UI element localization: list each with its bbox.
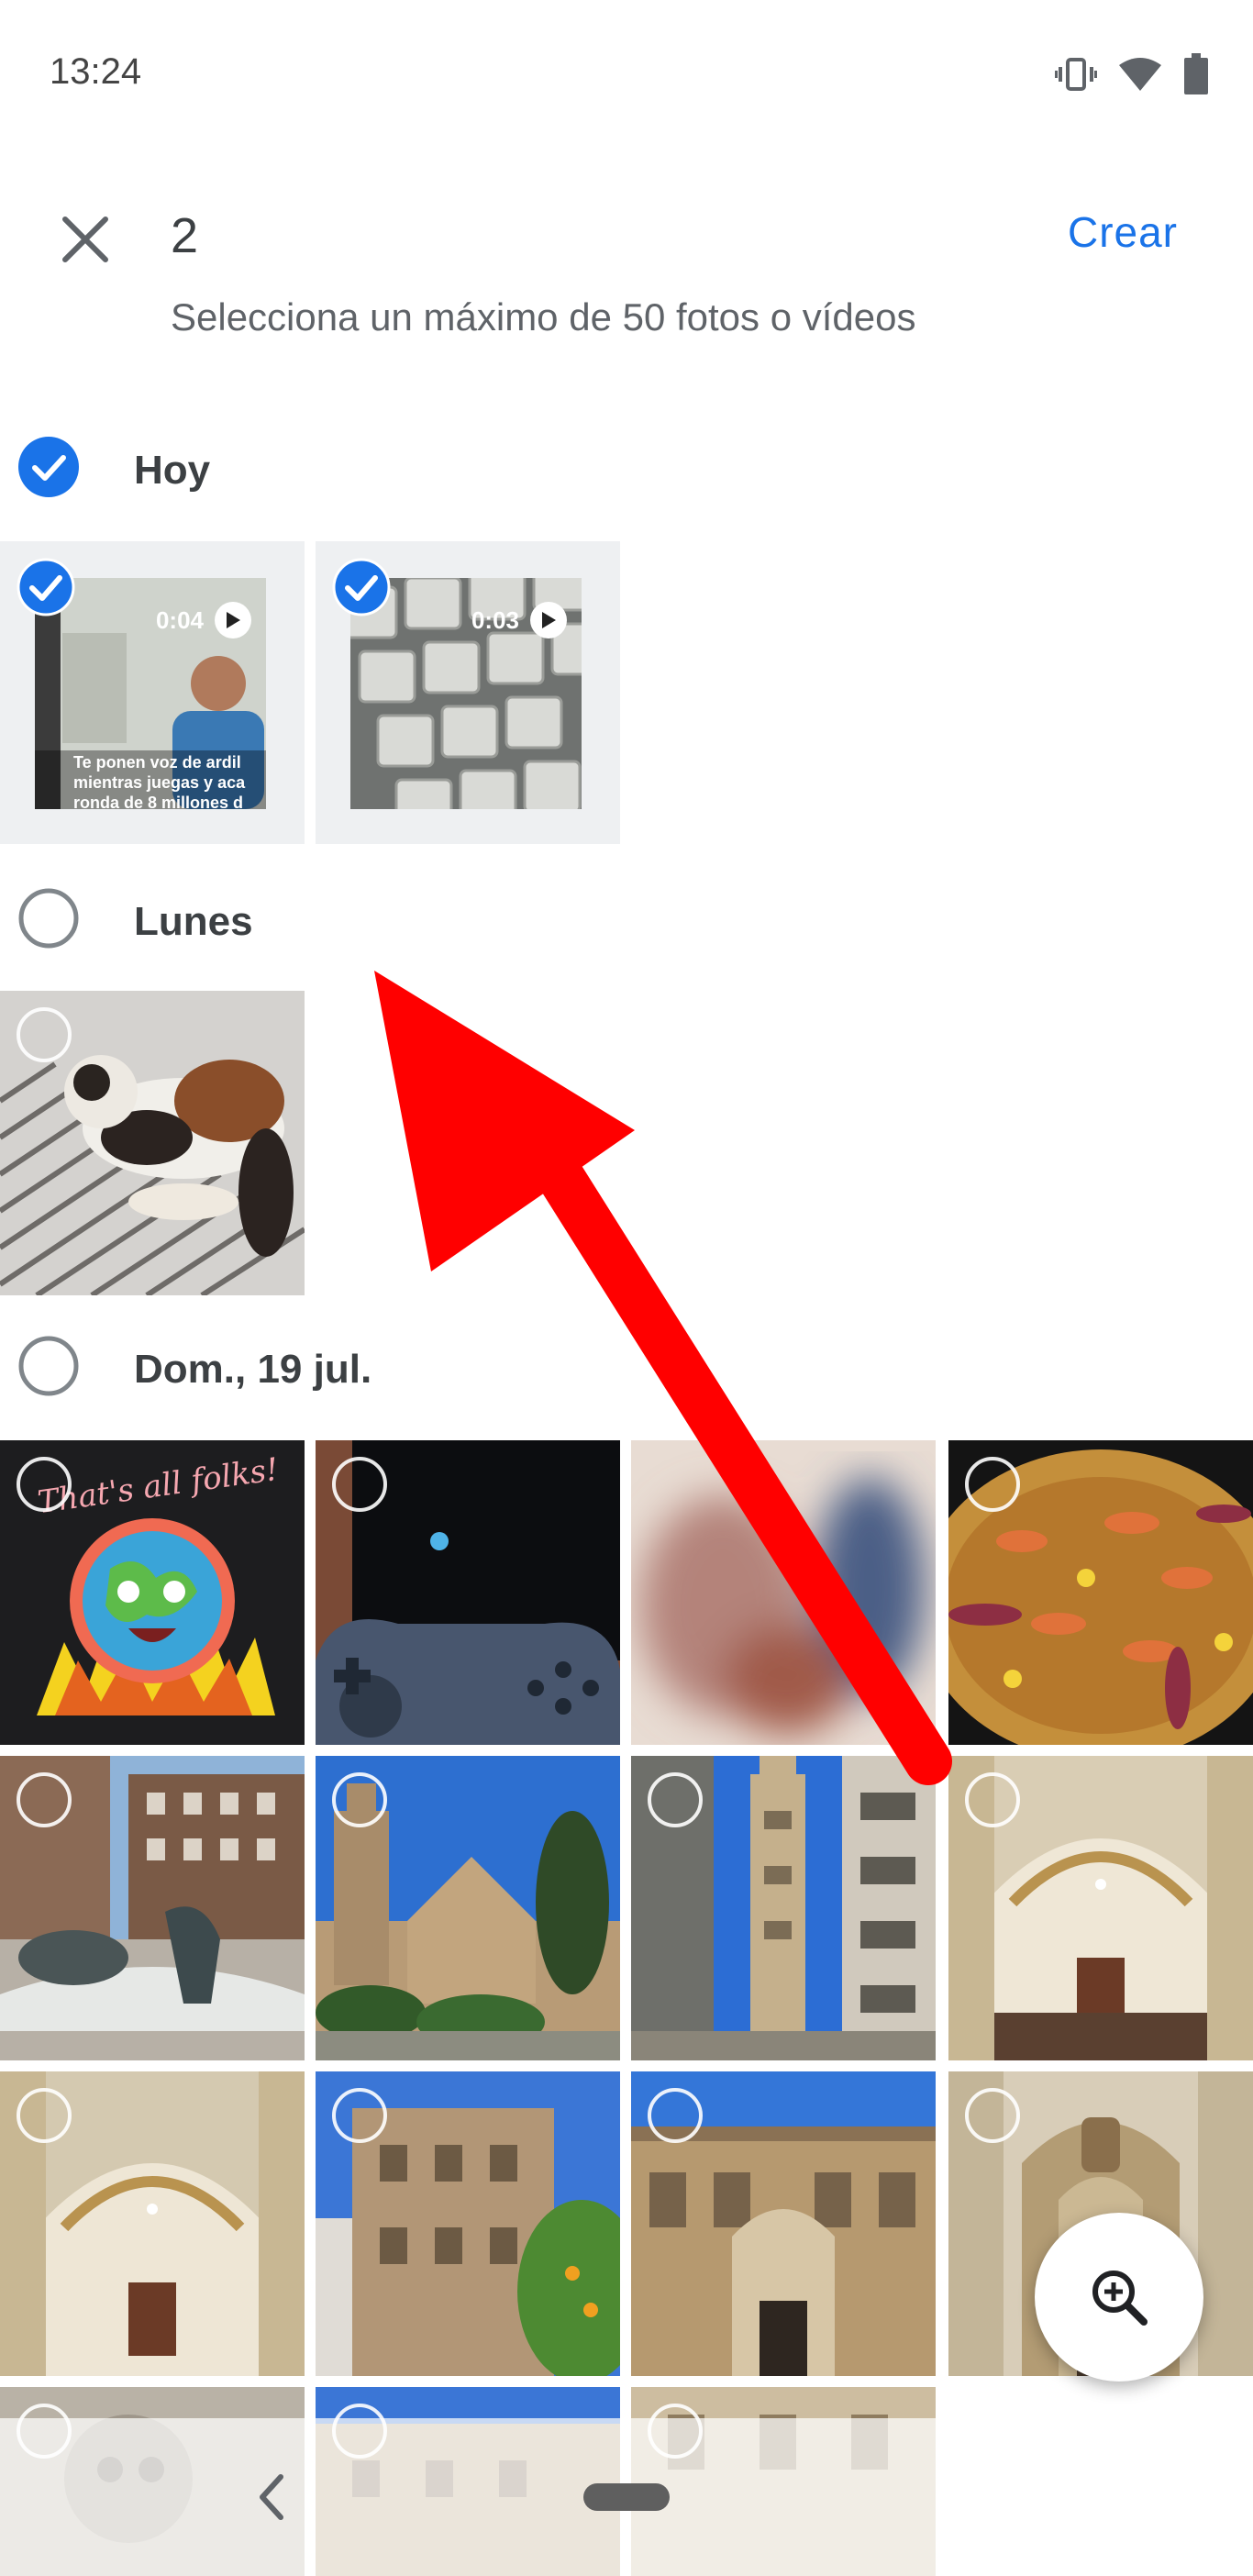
vibrate-icon	[1055, 56, 1097, 93]
select-circle-icon	[17, 1772, 72, 1827]
section-header-dom-19-jul: Dom., 19 jul.	[0, 1327, 1253, 1409]
status-bar: 13:24	[0, 0, 1253, 147]
photo-tile[interactable]	[316, 1440, 620, 1745]
wifi-icon	[1117, 56, 1163, 93]
select-circle-icon	[965, 1772, 1020, 1827]
status-time: 13:24	[50, 51, 142, 92]
close-icon	[62, 217, 108, 262]
section-select-unchecked-icon[interactable]	[18, 888, 79, 949]
play-icon	[215, 602, 251, 638]
photo-tile[interactable]	[0, 2071, 305, 2376]
photo-tile[interactable]: That's all folks!	[0, 1440, 305, 1745]
photo-tile[interactable]	[948, 1440, 1253, 1745]
photo-tile[interactable]	[0, 1756, 305, 2060]
section-label: Hoy	[134, 448, 211, 493]
photo-tile[interactable]	[316, 2071, 620, 2376]
select-circle-icon	[965, 1457, 1020, 1512]
select-circle-icon	[648, 2088, 703, 2143]
select-circle-icon	[17, 1457, 72, 1512]
section-select-checked-icon[interactable]	[18, 437, 79, 497]
status-icons	[1055, 53, 1209, 95]
select-circle-icon	[648, 1457, 703, 1512]
photo-tile[interactable]	[948, 1756, 1253, 2060]
video-duration: 0:04	[156, 602, 251, 638]
selected-count: 2	[171, 208, 199, 263]
photo-tile[interactable]	[631, 1756, 936, 2060]
section-label: Lunes	[134, 899, 253, 944]
battery-icon	[1183, 53, 1209, 95]
system-navigation-bar	[0, 2418, 1253, 2576]
photo-tile[interactable]	[631, 1440, 936, 1745]
select-circle-icon	[332, 2088, 387, 2143]
select-circle-icon	[17, 2088, 72, 2143]
create-button[interactable]: Crear	[1068, 207, 1178, 257]
select-circle-icon	[648, 1772, 703, 1827]
photo-tile[interactable]	[631, 2071, 936, 2376]
selection-limit-text: Selecciona un máximo de 50 fotos o vídeo…	[171, 295, 916, 339]
select-circle-icon	[965, 2088, 1020, 2143]
photo-tile[interactable]	[0, 991, 305, 1295]
selected-check-icon	[332, 558, 391, 616]
zoom-in-button[interactable]	[1035, 2213, 1203, 2382]
play-icon	[530, 602, 567, 638]
section-header-hoy: Hoy	[0, 429, 1253, 512]
zoom-in-icon	[1092, 2271, 1148, 2326]
back-icon[interactable]	[253, 2470, 290, 2525]
video-duration: 0:03	[471, 602, 567, 638]
select-circle-icon	[332, 1772, 387, 1827]
section-select-unchecked-icon[interactable]	[18, 1336, 79, 1396]
selected-check-icon	[17, 558, 75, 616]
section-label: Dom., 19 jul.	[134, 1347, 372, 1392]
select-circle-icon	[17, 1007, 72, 1062]
photo-tile[interactable]	[316, 1756, 620, 2060]
video-tile[interactable]: Te ponen voz de ardil mientras juegas y …	[0, 541, 305, 844]
video-tile[interactable]: 0:03	[316, 541, 620, 844]
section-header-lunes: Lunes	[0, 879, 1253, 961]
video-caption: Te ponen voz de ardil mientras juegas y …	[73, 753, 246, 809]
close-button[interactable]	[55, 209, 116, 270]
home-pill-icon[interactable]	[583, 2483, 670, 2511]
select-circle-icon	[332, 1457, 387, 1512]
